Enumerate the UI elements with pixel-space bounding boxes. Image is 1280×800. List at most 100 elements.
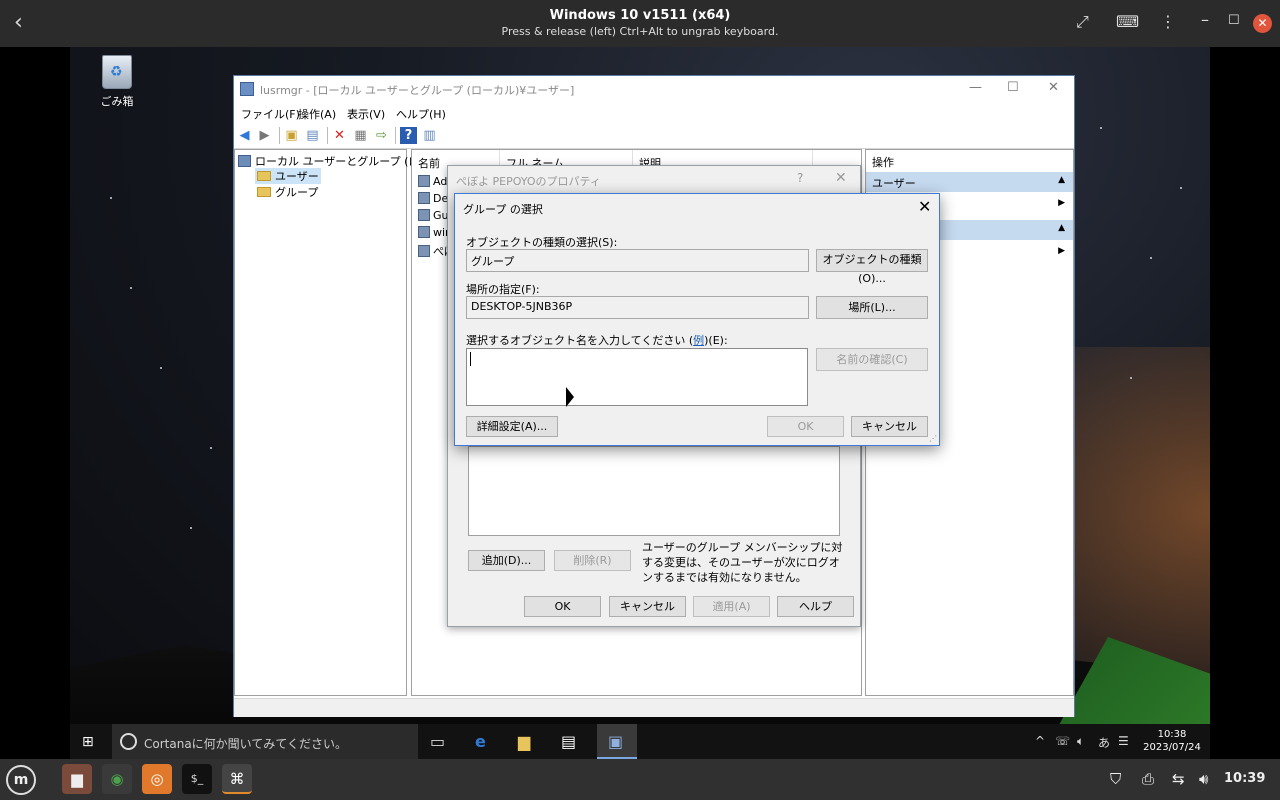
export-list-icon[interactable]: ⇨ xyxy=(373,127,390,144)
back-arrow-icon[interactable]: ◀ xyxy=(236,127,253,144)
check-names-button[interactable]: 名前の確認(C) xyxy=(816,348,928,371)
up-folder-icon[interactable]: ▣ xyxy=(283,127,300,144)
firefox-icon[interactable]: ◎ xyxy=(142,764,172,794)
forward-arrow-icon[interactable]: ▶ xyxy=(256,127,273,144)
toolbar-separator xyxy=(327,127,328,144)
tree-item-groups[interactable]: グループ xyxy=(257,184,318,200)
user-icon xyxy=(418,192,430,204)
host-panel: m ▆ ◉ ◎ $_ ⌘ ⛉ ⎙ ⇆ 🔊︎ 10:39 xyxy=(0,759,1280,800)
chrome-icon[interactable]: ◉ xyxy=(102,764,132,794)
actions-section-label: ユーザー xyxy=(872,177,916,190)
help-icon[interactable]: ? xyxy=(400,127,417,144)
volume-icon[interactable]: 🔈︎ xyxy=(1077,734,1084,749)
task-view-icon[interactable]: ▭ xyxy=(430,732,445,751)
mmc-title: lusrmgr - [ローカル ユーザーとグループ (ローカル)¥ユーザー] xyxy=(260,84,575,97)
object-names-input[interactable] xyxy=(466,348,808,406)
vm-app-icon[interactable]: ⌘ xyxy=(222,764,252,794)
select-groups-dialog[interactable]: グループ の選択 ✕ オブジェクトの種類の選択(S): グループ オブジェクトの… xyxy=(454,193,940,446)
member-of-list[interactable] xyxy=(468,446,840,536)
cortana-search-box[interactable]: Cortanaに何か聞いてみてください。 xyxy=(112,724,418,759)
apply-button[interactable]: 適用(A) xyxy=(693,596,770,617)
mint-menu-icon[interactable]: m xyxy=(6,765,36,795)
properties-icon[interactable]: ▦ xyxy=(352,127,369,144)
windows-start-icon[interactable]: ⊞ xyxy=(82,734,94,750)
object-type-label: オブジェクトの種類の選択(S): xyxy=(466,236,618,249)
files-app-icon[interactable]: ▆ xyxy=(62,764,92,794)
user-icon xyxy=(418,245,430,257)
ime-icon[interactable]: あ xyxy=(1098,734,1110,751)
network-icon[interactable]: ☏ xyxy=(1055,734,1070,748)
volume-icon[interactable]: 🔊︎ xyxy=(1199,770,1208,788)
system-clock[interactable]: 10:38 2023/07/24 xyxy=(1142,728,1202,754)
shield-icon[interactable]: ⛉ xyxy=(1110,770,1121,788)
menu-action[interactable]: 操作(A) xyxy=(298,106,336,122)
menu-file[interactable]: ファイル(F) xyxy=(241,106,300,122)
terminal-icon[interactable]: $_ xyxy=(182,764,212,794)
resize-grip-icon[interactable]: ⋰ xyxy=(929,434,937,443)
keyboard-icon[interactable]: ⌨ xyxy=(1116,12,1139,31)
actions-header: 操作 xyxy=(872,156,894,169)
maximize-icon[interactable]: ☐ xyxy=(1228,13,1240,28)
mmc-titlebar[interactable]: lusrmgr - [ローカル ユーザーとグループ (ローカル)¥ユーザー] —… xyxy=(234,76,1074,103)
tree-pane[interactable]: ローカル ユーザーとグループ (ローカル) ユーザー グループ xyxy=(234,149,457,696)
ok-button[interactable]: OK xyxy=(767,416,844,437)
show-hide-tree-icon[interactable]: ▤ xyxy=(304,127,321,144)
recycle-bin[interactable]: ごみ箱 xyxy=(92,55,142,109)
examples-link[interactable]: 例 xyxy=(693,334,704,347)
select-groups-title: グループ の選択 xyxy=(463,203,543,216)
host-clock[interactable]: 10:39 xyxy=(1224,771,1265,786)
minimize-icon[interactable]: – xyxy=(1201,10,1209,29)
object-types-button[interactable]: オブジェクトの種類(O)... xyxy=(816,249,928,285)
tree-item-users[interactable]: ユーザー xyxy=(255,168,321,184)
help-question-icon[interactable]: ? xyxy=(797,171,803,185)
close-icon[interactable]: ✕ xyxy=(918,197,931,216)
recycle-bin-icon xyxy=(102,55,132,89)
object-type-field: グループ xyxy=(466,249,809,272)
menu-view[interactable]: 表示(V) xyxy=(347,106,385,122)
location-label: 場所の指定(F): xyxy=(466,283,540,296)
minimize-icon[interactable]: — xyxy=(969,80,982,95)
computer-icon xyxy=(238,155,251,167)
menu-help[interactable]: ヘルプ(H) xyxy=(396,106,446,122)
mouse-cursor-icon xyxy=(566,387,574,407)
delete-icon[interactable]: ✕ xyxy=(331,127,348,144)
close-icon[interactable]: ✕ xyxy=(835,170,847,186)
close-icon[interactable]: ✕ xyxy=(1253,14,1272,33)
printer-icon[interactable]: ⎙ xyxy=(1142,770,1154,788)
star xyxy=(190,527,192,529)
menu-kebab-icon[interactable]: ⋮ xyxy=(1160,12,1176,31)
ok-button[interactable]: OK xyxy=(524,596,601,617)
vm-screen[interactable]: ごみ箱 lusrmgr - [ローカル ユーザーとグループ (ローカル)¥ユーザ… xyxy=(70,47,1210,759)
clock-time: 10:38 xyxy=(1157,729,1187,740)
add-group-button[interactable]: 追加(D)... xyxy=(468,550,545,571)
network-icon[interactable]: ⇆ xyxy=(1172,770,1185,788)
computer-management-icon: ▣ xyxy=(608,732,624,751)
clock-date: 2023/07/24 xyxy=(1143,742,1201,753)
remove-group-button[interactable]: 削除(R) xyxy=(554,550,631,571)
close-icon[interactable]: ✕ xyxy=(1048,80,1059,95)
file-explorer-icon[interactable]: ▆ xyxy=(518,732,530,751)
user-icon xyxy=(418,209,430,221)
show-hidden-icons-icon[interactable]: ^ xyxy=(1035,734,1045,748)
actions-section-users[interactable]: ユーザー ▲ xyxy=(866,172,1073,192)
edge-browser-icon[interactable]: e xyxy=(475,732,486,751)
object-names-label: 選択するオブジェクト名を入力してください (例)(E): xyxy=(466,334,728,347)
lusrmgr-taskbar-button[interactable]: ▣ xyxy=(597,724,637,759)
fullscreen-icon[interactable]: ⤢ xyxy=(1076,12,1089,32)
action-pane-icon[interactable]: ▥ xyxy=(421,127,438,144)
text-caret xyxy=(470,352,471,366)
collapse-up-icon[interactable]: ▲ xyxy=(1058,175,1065,185)
cancel-button[interactable]: キャンセル xyxy=(609,596,686,617)
notifications-icon[interactable]: ☰ xyxy=(1118,734,1129,748)
cancel-button[interactable]: キャンセル xyxy=(851,416,928,437)
more-actions-arrow-icon[interactable]: ▶ xyxy=(1058,198,1065,208)
help-button[interactable]: ヘルプ xyxy=(777,596,854,617)
advanced-button[interactable]: 詳細設定(A)... xyxy=(466,416,558,437)
star xyxy=(160,367,162,369)
maximize-icon[interactable]: ☐ xyxy=(1007,80,1019,95)
user-icon xyxy=(418,175,430,187)
more-actions-arrow-icon[interactable]: ▶ xyxy=(1058,246,1065,256)
store-icon[interactable]: ▤ xyxy=(561,732,576,751)
locations-button[interactable]: 場所(L)... xyxy=(816,296,928,319)
collapse-up-icon[interactable]: ▲ xyxy=(1058,223,1065,233)
